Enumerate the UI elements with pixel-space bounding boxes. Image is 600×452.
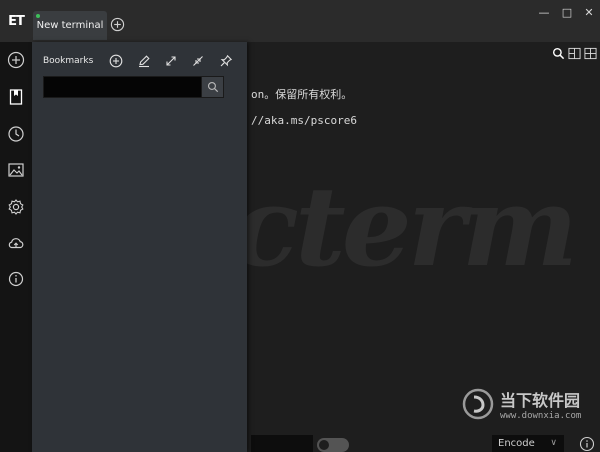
expand-icon[interactable] (164, 54, 178, 68)
search-icon[interactable] (552, 47, 565, 60)
site-watermark: 当下软件园 www.downxia.com (462, 387, 581, 421)
chevron-down-icon: ∨ (550, 438, 557, 448)
info-icon[interactable] (6, 269, 26, 289)
terminal-toolbar (552, 47, 597, 63)
terminal-output-line: //aka.ms/pscore6 (251, 114, 357, 127)
close-button[interactable]: ✕ (578, 2, 600, 22)
split-grid-icon[interactable] (584, 47, 597, 60)
add-bookmark-icon[interactable] (109, 54, 123, 68)
bookmark-search-input[interactable] (43, 76, 222, 98)
encode-select[interactable]: Encode ∨ (492, 435, 564, 452)
info-icon[interactable] (579, 436, 595, 452)
split-horizontal-icon[interactable] (568, 47, 581, 60)
bookmark-icon[interactable] (6, 87, 26, 107)
tab-new-terminal[interactable]: New terminal (33, 11, 107, 40)
terminal-input[interactable] (251, 435, 313, 452)
search-button[interactable] (201, 76, 224, 98)
title-bar: ET New terminal — □ ✕ (0, 0, 600, 42)
maximize-button[interactable]: □ (556, 2, 578, 22)
new-tab-plus-icon[interactable] (110, 17, 125, 32)
cloud-sync-icon[interactable] (6, 233, 26, 253)
site-url: www.downxia.com (500, 411, 582, 421)
collapse-icon[interactable] (191, 54, 205, 68)
image-icon[interactable] (6, 160, 26, 180)
terminal-output-line: on。保留所有权利。 (251, 88, 353, 101)
pin-icon[interactable] (219, 54, 233, 68)
tab-label: New terminal (36, 20, 104, 31)
edit-icon[interactable] (137, 54, 151, 68)
bookmarks-panel: Bookmarks (32, 42, 247, 452)
app-watermark: cterm (232, 162, 578, 291)
minimize-button[interactable]: — (533, 2, 555, 22)
history-icon[interactable] (6, 124, 26, 144)
tab-status-dot (36, 14, 40, 18)
add-icon[interactable] (6, 50, 26, 70)
site-logo-icon (462, 388, 494, 420)
sidebar (0, 42, 32, 452)
app-logo: ET (8, 13, 25, 29)
toggle-knob (319, 440, 329, 450)
encode-label: Encode (498, 438, 535, 449)
site-title: 当下软件园 (500, 391, 581, 410)
panel-title: Bookmarks (43, 56, 94, 66)
toggle-switch[interactable] (317, 438, 349, 452)
search-icon (207, 81, 218, 93)
settings-icon[interactable] (6, 197, 26, 217)
